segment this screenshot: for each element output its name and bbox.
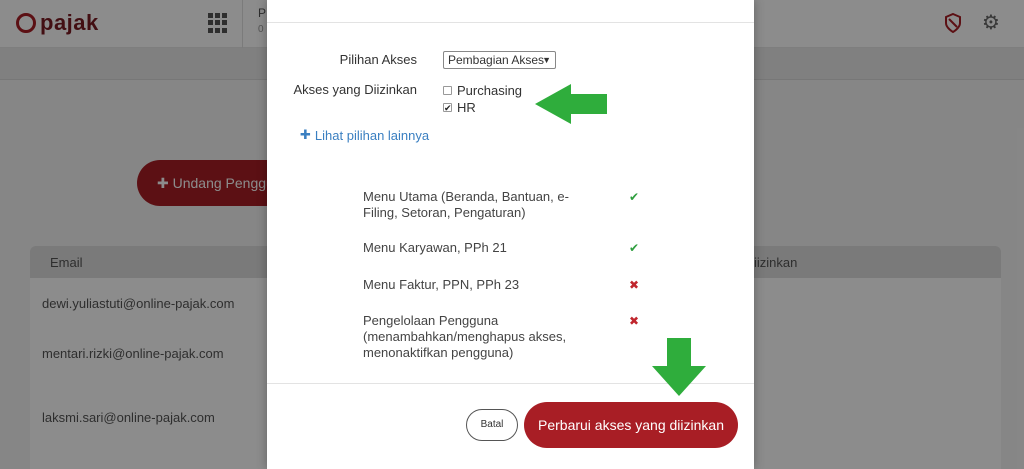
access-option-select[interactable]: Pembagian Akses ▼ bbox=[443, 51, 556, 69]
menu-item-invoice: Menu Faktur, PPN, PPh 23 bbox=[363, 277, 520, 292]
more-options-label: Lihat pilihan lainnya bbox=[314, 127, 430, 143]
menu-item-employee: Menu Karyawan, PPh 21 bbox=[363, 240, 507, 255]
more-options-link[interactable]: ✚ Lihat pilihan lainnya bbox=[300, 127, 429, 143]
menu-item-user-management: Pengelolaan Pengguna (menambahkan/mengha… bbox=[363, 313, 567, 360]
cancel-button[interactable]: Batal bbox=[466, 409, 518, 441]
access-modal: Pilihan Akses Pembagian Akses ▼ Akses ya… bbox=[267, 0, 754, 469]
cross-icon: ✖ bbox=[629, 314, 640, 328]
annotation-arrow-left-icon bbox=[535, 84, 607, 124]
access-option-label: Pilihan Akses bbox=[339, 52, 417, 67]
allowed-access-label: Akses yang Diizinkan bbox=[293, 82, 417, 97]
check-icon: ✔ bbox=[629, 190, 640, 204]
option-label: HR bbox=[457, 100, 476, 115]
caret-down-icon: ▼ bbox=[542, 55, 551, 65]
update-access-button[interactable]: Perbarui akses yang diizinkan bbox=[524, 402, 738, 448]
plus-icon: ✚ bbox=[300, 127, 311, 142]
checkbox-purchasing[interactable] bbox=[443, 86, 452, 95]
check-icon: ✔ bbox=[629, 241, 640, 255]
checkbox-hr[interactable]: ✔ bbox=[443, 103, 452, 113]
option-purchasing[interactable]: Purchasing bbox=[443, 83, 522, 98]
modal-header-divider bbox=[267, 22, 754, 23]
option-label: Purchasing bbox=[457, 83, 523, 98]
option-hr[interactable]: ✔ HR bbox=[443, 100, 476, 115]
menu-item-main: Menu Utama (Beranda, Bantuan, e-Filing, … bbox=[363, 189, 569, 220]
select-value: Pembagian Akses bbox=[448, 53, 545, 67]
annotation-arrow-down-icon bbox=[652, 338, 706, 396]
cross-icon: ✖ bbox=[629, 278, 640, 292]
